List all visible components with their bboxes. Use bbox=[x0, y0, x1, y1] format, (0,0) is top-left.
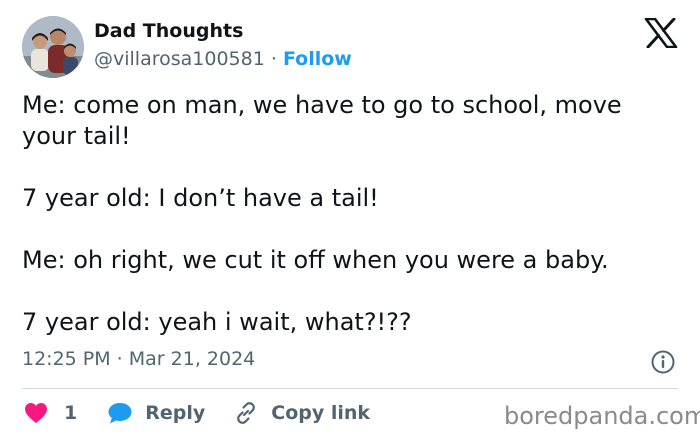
x-logo-icon[interactable] bbox=[644, 17, 678, 49]
tweet-line: Me: oh right, we cut it off when you wer… bbox=[22, 246, 609, 274]
link-icon bbox=[237, 402, 256, 424]
reply-bubble-icon bbox=[108, 403, 132, 424]
action-bar: 1 Reply Copy link bbox=[24, 398, 370, 428]
follow-button[interactable]: Follow bbox=[283, 48, 352, 70]
copy-link-label: Copy link bbox=[271, 402, 371, 424]
handle-separator: · bbox=[270, 48, 277, 70]
tweet-line: Me: come on man, we have to go to school… bbox=[22, 91, 622, 150]
timestamp[interactable]: 12:25 PM · Mar 21, 2024 bbox=[22, 348, 255, 370]
copy-link-button[interactable]: Copy link bbox=[233, 400, 370, 426]
tweet-line: 7 year old: I don’t have a tail! bbox=[22, 184, 379, 212]
avatar[interactable] bbox=[22, 16, 84, 78]
reply-label: Reply bbox=[145, 402, 206, 424]
family-photo-avatar-icon bbox=[22, 16, 84, 78]
divider bbox=[22, 388, 678, 389]
watermark: boredpanda.com bbox=[504, 402, 700, 430]
handle-row: @villarosa100581 · Follow bbox=[94, 48, 352, 70]
heart-icon bbox=[25, 403, 47, 423]
like-count: 1 bbox=[64, 402, 78, 424]
display-name[interactable]: Dad Thoughts bbox=[94, 20, 243, 42]
tweet-text: Me: come on man, we have to go to school… bbox=[22, 90, 672, 369]
reply-button[interactable]: Reply bbox=[107, 401, 233, 425]
like-button[interactable]: 1 bbox=[24, 402, 107, 424]
user-handle[interactable]: @villarosa100581 bbox=[94, 48, 265, 70]
info-icon[interactable] bbox=[650, 349, 676, 375]
tweet-line: 7 year old: yeah i wait, what?!?? bbox=[22, 308, 412, 336]
